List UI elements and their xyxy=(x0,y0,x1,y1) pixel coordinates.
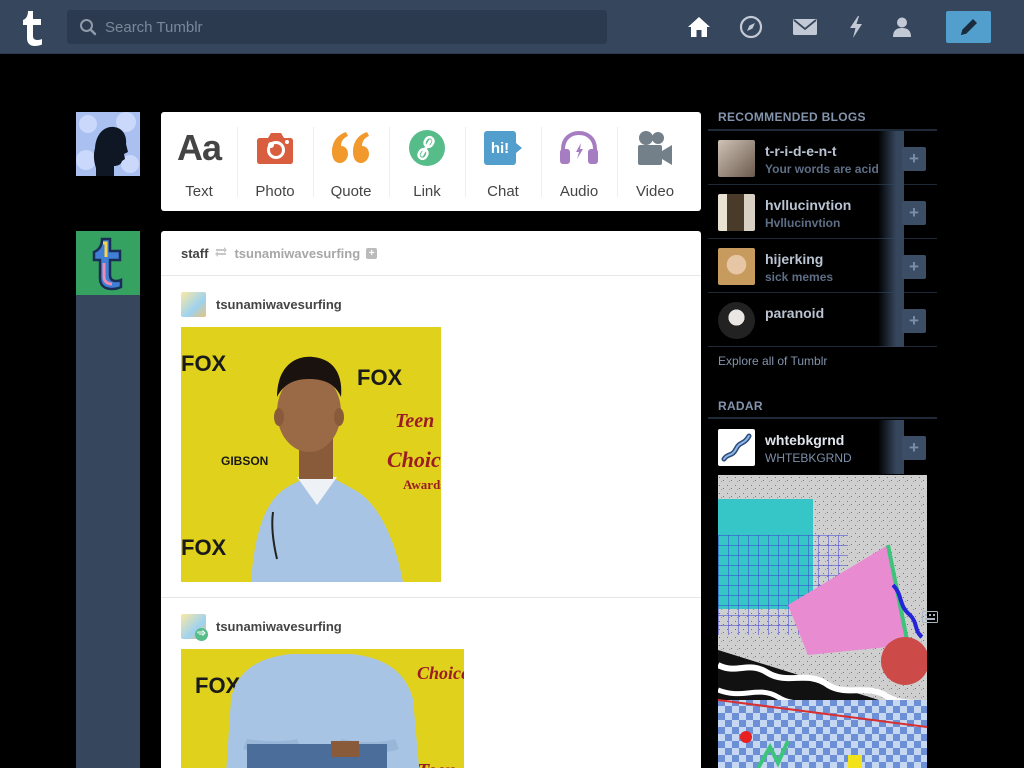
backdrop-fox-text: FOX xyxy=(357,365,403,390)
blog-avatar[interactable] xyxy=(718,194,755,231)
blog-subtitle: Your words are acid xyxy=(765,162,879,176)
blog-name[interactable]: hvllucinvtion xyxy=(765,197,851,213)
pencil-icon xyxy=(960,19,977,35)
backdrop-fox-text: FOX xyxy=(181,535,227,560)
user-avatar[interactable] xyxy=(76,112,140,176)
post-type-quote[interactable]: Quote xyxy=(313,112,389,211)
fade-overlay xyxy=(878,131,904,185)
text-aa-icon: Aa xyxy=(176,127,222,168)
radar-blog-item[interactable]: whtebkgrnd WHTEBKGRND + xyxy=(708,420,937,474)
chat-bubble-icon: hi! xyxy=(482,128,524,168)
post-type-video[interactable]: Video xyxy=(617,112,693,211)
dashboard-post: staff tsunamiwavesurfing + tsunamiwavesu… xyxy=(161,231,701,768)
radar-post-image[interactable] xyxy=(718,475,927,768)
home-icon[interactable] xyxy=(686,14,712,40)
backdrop-choice-text: Choice xyxy=(417,663,464,683)
staff-avatar[interactable] xyxy=(76,231,140,295)
blog-name[interactable]: whtebkgrnd xyxy=(765,432,844,448)
tumblr-logo[interactable] xyxy=(18,9,48,47)
post-photo[interactable]: FOX Choice Teen xyxy=(181,649,464,768)
explore-all-link[interactable]: Explore all of Tumblr xyxy=(718,354,827,368)
reblog-badge-icon xyxy=(195,627,208,641)
radar-title: RADAR xyxy=(718,399,763,413)
search-icon xyxy=(80,19,97,36)
quote-icon xyxy=(330,128,372,168)
recommended-blog-item[interactable]: t-r-i-d-e-n-t Your words are acid + xyxy=(708,131,937,185)
blog-subtitle: sick memes xyxy=(765,270,834,284)
post-type-label: Text xyxy=(185,183,213,200)
backdrop-fox-text: FOX xyxy=(181,351,227,376)
fade-overlay xyxy=(878,420,904,474)
post-type-label: Audio xyxy=(559,183,599,200)
reblog-entry: tsunamiwavesurfing FOX FOX FOX GIBSON Te… xyxy=(161,276,701,582)
post-type-bar: Aa Text Photo Quote Link hi! Chat Audio xyxy=(161,112,701,211)
post-header: staff tsunamiwavesurfing + xyxy=(161,231,701,276)
reblog-source-link[interactable]: tsunamiwavesurfing xyxy=(234,246,360,261)
follow-button[interactable]: + xyxy=(902,201,926,225)
backdrop-sponsor-text: GIBSON xyxy=(221,454,268,468)
entry-avatar[interactable] xyxy=(181,291,206,317)
follow-button[interactable]: + xyxy=(902,309,926,333)
post-type-label: Photo xyxy=(255,183,295,200)
follow-source-icon[interactable]: + xyxy=(366,247,378,259)
activity-icon[interactable] xyxy=(843,14,869,40)
entry-avatar[interactable] xyxy=(181,613,208,641)
left-rail xyxy=(76,295,140,768)
blog-subtitle: WHTEBKGRND xyxy=(765,451,852,465)
compose-button[interactable] xyxy=(946,11,991,43)
reblog-entry: tsunamiwavesurfing FOX Choice Teen xyxy=(161,598,701,768)
post-author-link[interactable]: staff xyxy=(181,246,208,261)
blog-name[interactable]: t-r-i-d-e-n-t xyxy=(765,143,837,159)
post-type-label: Quote xyxy=(330,183,372,200)
search-bar[interactable] xyxy=(67,10,607,44)
follow-button[interactable]: + xyxy=(902,147,926,171)
camera-icon xyxy=(256,128,294,168)
blog-avatar[interactable] xyxy=(718,429,755,466)
post-photo[interactable]: FOX FOX FOX GIBSON Teen Choice Awards xyxy=(181,327,441,582)
post-type-chat[interactable]: hi! Chat xyxy=(465,112,541,211)
follow-button[interactable]: + xyxy=(902,436,926,460)
inbox-icon[interactable] xyxy=(792,14,818,40)
recommended-blogs-title: RECOMMENDED BLOGS xyxy=(718,110,866,124)
blog-avatar[interactable] xyxy=(718,140,755,177)
post-type-audio[interactable]: Audio xyxy=(541,112,617,211)
entry-username[interactable]: tsunamiwavesurfing xyxy=(216,297,342,312)
account-icon[interactable] xyxy=(889,14,915,40)
recommended-blog-item[interactable]: hijerking sick memes + xyxy=(708,239,937,293)
svg-text:hi!: hi! xyxy=(491,140,509,157)
reblog-icon xyxy=(214,246,228,261)
top-nav-bar xyxy=(0,0,1024,54)
blog-avatar[interactable] xyxy=(718,302,755,339)
backdrop-awards-text: Awards xyxy=(403,477,441,492)
explore-icon[interactable] xyxy=(738,14,764,40)
post-type-link[interactable]: Link xyxy=(389,112,465,211)
search-input[interactable] xyxy=(105,18,585,36)
post-type-label: Video xyxy=(635,183,675,200)
backdrop-teen-text: Teen xyxy=(417,760,456,768)
fade-overlay xyxy=(878,185,904,239)
blog-subtitle: Hvllucinvtion xyxy=(765,216,841,230)
post-type-label: Link xyxy=(413,183,441,200)
section-rule xyxy=(708,417,937,419)
fade-overlay xyxy=(878,293,904,347)
video-camera-icon xyxy=(636,128,674,168)
post-type-label: Chat xyxy=(487,183,519,200)
recommended-blog-item[interactable]: hvllucinvtion Hvllucinvtion + xyxy=(708,185,937,239)
recommended-blog-item[interactable]: paranoid + xyxy=(708,293,937,347)
post-type-text[interactable]: Aa Text xyxy=(161,112,237,211)
backdrop-choice-text: Choice xyxy=(387,447,441,472)
backdrop-teen-text: Teen xyxy=(395,410,434,432)
blog-name[interactable]: hijerking xyxy=(765,251,823,267)
fade-overlay xyxy=(878,239,904,293)
blog-name[interactable]: paranoid xyxy=(765,305,824,321)
follow-button[interactable]: + xyxy=(902,255,926,279)
blog-avatar[interactable] xyxy=(718,248,755,285)
keyboard-shortcuts-icon[interactable] xyxy=(922,610,938,624)
headphones-icon xyxy=(559,128,599,168)
post-type-photo[interactable]: Photo xyxy=(237,112,313,211)
entry-username[interactable]: tsunamiwavesurfing xyxy=(216,619,342,634)
link-icon xyxy=(408,128,446,168)
